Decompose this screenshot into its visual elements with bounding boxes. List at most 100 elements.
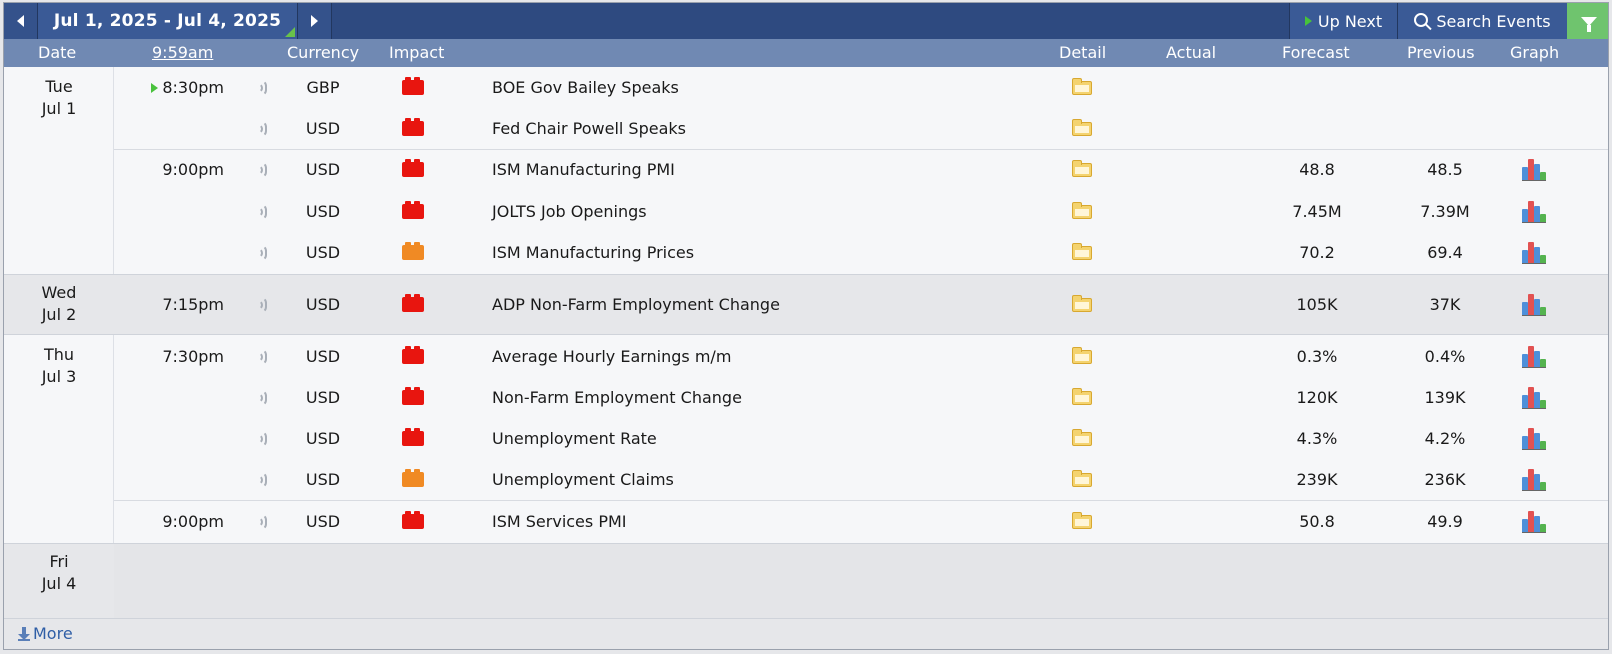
detail-folder-icon[interactable] <box>1072 295 1092 312</box>
bar-chart-icon[interactable] <box>1522 386 1546 409</box>
graph-cell[interactable] <box>1522 377 1548 418</box>
graph-cell[interactable] <box>1522 191 1548 232</box>
detail-folder-icon[interactable] <box>1072 470 1092 487</box>
event-currency: USD <box>305 160 341 179</box>
sound-alert-icon[interactable] <box>258 431 267 447</box>
impact-cell <box>402 377 428 418</box>
detail-folder-icon[interactable] <box>1072 347 1092 364</box>
graph-cell[interactable] <box>1522 336 1548 377</box>
graph-cell[interactable] <box>1522 284 1548 325</box>
event-title[interactable]: ADP Non-Farm Employment Change <box>492 284 780 325</box>
detail-cell[interactable] <box>1070 377 1094 418</box>
sound-alert-icon[interactable] <box>258 245 267 261</box>
sound-alert-icon[interactable] <box>258 390 267 406</box>
detail-cell[interactable] <box>1070 284 1094 325</box>
more-button[interactable]: More <box>4 618 1608 649</box>
graph-cell[interactable] <box>1522 418 1548 459</box>
event-title[interactable]: Unemployment Claims <box>492 459 674 500</box>
date-range-button[interactable]: Jul 1, 2025 - Jul 4, 2025 <box>38 3 298 39</box>
event-title[interactable]: Average Hourly Earnings m/m <box>492 336 731 377</box>
sound-alert-icon[interactable] <box>258 121 267 137</box>
detail-cell[interactable] <box>1070 459 1094 500</box>
event-previous <box>1402 108 1488 149</box>
bar-chart-icon[interactable] <box>1522 158 1546 181</box>
detail-cell[interactable] <box>1070 418 1094 459</box>
bar-chart-icon[interactable] <box>1522 510 1546 533</box>
detail-folder-icon[interactable] <box>1072 119 1092 136</box>
detail-cell[interactable] <box>1070 67 1094 108</box>
event-row[interactable]: USD ISM Manufacturing Prices 70.2 69.4 <box>4 232 1608 273</box>
event-row[interactable]: 8:30pm GBP BOE Gov Bailey Speaks <box>4 67 1608 108</box>
event-title[interactable]: ISM Services PMI <box>492 501 627 542</box>
detail-folder-icon[interactable] <box>1072 512 1092 529</box>
sound-cell[interactable] <box>254 67 270 108</box>
detail-folder-icon[interactable] <box>1072 160 1092 177</box>
calendar-widget: Jul 1, 2025 - Jul 4, 2025 Up Next Search… <box>3 2 1609 650</box>
bar-chart-icon[interactable] <box>1522 427 1546 450</box>
sound-cell[interactable] <box>254 377 270 418</box>
event-row[interactable]: USD Non-Farm Employment Change 120K 139K <box>4 377 1608 418</box>
impact-cell <box>402 191 428 232</box>
event-title[interactable]: Unemployment Rate <box>492 418 657 459</box>
detail-cell[interactable] <box>1070 191 1094 232</box>
sound-cell[interactable] <box>254 191 270 232</box>
event-row[interactable]: 9:00pm USD ISM Manufacturing PMI 48.8 48.5 <box>4 149 1608 190</box>
header-current-time[interactable]: 9:59am <box>152 43 213 62</box>
filter-button[interactable] <box>1567 3 1608 39</box>
event-title[interactable]: ISM Manufacturing Prices <box>492 232 694 273</box>
event-row[interactable]: USD Unemployment Claims 239K 236K <box>4 459 1608 500</box>
graph-cell[interactable] <box>1522 232 1548 273</box>
detail-folder-icon[interactable] <box>1072 78 1092 95</box>
event-row[interactable]: USD JOLTS Job Openings 7.45M 7.39M <box>4 191 1608 232</box>
graph-cell[interactable] <box>1522 459 1548 500</box>
bar-chart-icon[interactable] <box>1522 293 1546 316</box>
detail-cell[interactable] <box>1070 336 1094 377</box>
bar-chart-icon[interactable] <box>1522 200 1546 223</box>
graph-cell[interactable] <box>1522 149 1548 190</box>
event-title[interactable]: Non-Farm Employment Change <box>492 377 742 418</box>
event-row[interactable]: USD Fed Chair Powell Speaks <box>4 108 1608 149</box>
sound-alert-icon[interactable] <box>258 80 267 96</box>
bar-chart-icon[interactable] <box>1522 345 1546 368</box>
graph-cell[interactable] <box>1522 501 1548 542</box>
sound-alert-icon[interactable] <box>258 349 267 365</box>
detail-cell[interactable] <box>1070 501 1094 542</box>
sound-cell[interactable] <box>254 459 270 500</box>
bar-chart-icon[interactable] <box>1522 241 1546 264</box>
sound-cell[interactable] <box>254 501 270 542</box>
search-events-button[interactable]: Search Events <box>1397 3 1567 39</box>
detail-folder-icon[interactable] <box>1072 243 1092 260</box>
detail-cell[interactable] <box>1070 232 1094 273</box>
sound-cell[interactable] <box>254 232 270 273</box>
sound-cell[interactable] <box>254 284 270 325</box>
previous-week-button[interactable] <box>4 3 38 39</box>
event-row[interactable]: 9:00pm USD ISM Services PMI 50.8 49.9 <box>4 501 1608 542</box>
sound-alert-icon[interactable] <box>258 514 267 530</box>
event-row[interactable]: USD Unemployment Rate 4.3% 4.2% <box>4 418 1608 459</box>
sound-cell[interactable] <box>254 418 270 459</box>
event-title[interactable]: ISM Manufacturing PMI <box>492 149 675 190</box>
detail-cell[interactable] <box>1070 149 1094 190</box>
up-next-button[interactable]: Up Next <box>1289 3 1397 39</box>
detail-cell[interactable] <box>1070 108 1094 149</box>
sound-alert-icon[interactable] <box>258 162 267 178</box>
event-title[interactable]: JOLTS Job Openings <box>492 191 647 232</box>
event-title[interactable]: BOE Gov Bailey Speaks <box>492 67 679 108</box>
event-title[interactable]: Fed Chair Powell Speaks <box>492 108 686 149</box>
event-row[interactable]: 7:15pm USD ADP Non-Farm Employment Change 1… <box>4 284 1608 325</box>
sound-alert-icon[interactable] <box>258 472 267 488</box>
sound-cell[interactable] <box>254 336 270 377</box>
event-row[interactable]: 7:30pm USD Average Hourly Earnings m/m 0.3%… <box>4 336 1608 377</box>
sound-cell[interactable] <box>254 108 270 149</box>
detail-folder-icon[interactable] <box>1072 202 1092 219</box>
sound-alert-icon[interactable] <box>258 204 267 220</box>
next-week-button[interactable] <box>298 3 332 39</box>
detail-folder-icon[interactable] <box>1072 388 1092 405</box>
sound-cell[interactable] <box>254 149 270 190</box>
day-date: Jul 4 <box>41 574 77 593</box>
impact-folder-icon <box>402 159 424 177</box>
bar-chart-icon[interactable] <box>1522 468 1546 491</box>
detail-folder-icon[interactable] <box>1072 429 1092 446</box>
sound-alert-icon[interactable] <box>258 297 267 313</box>
event-time-cell <box>114 191 224 232</box>
